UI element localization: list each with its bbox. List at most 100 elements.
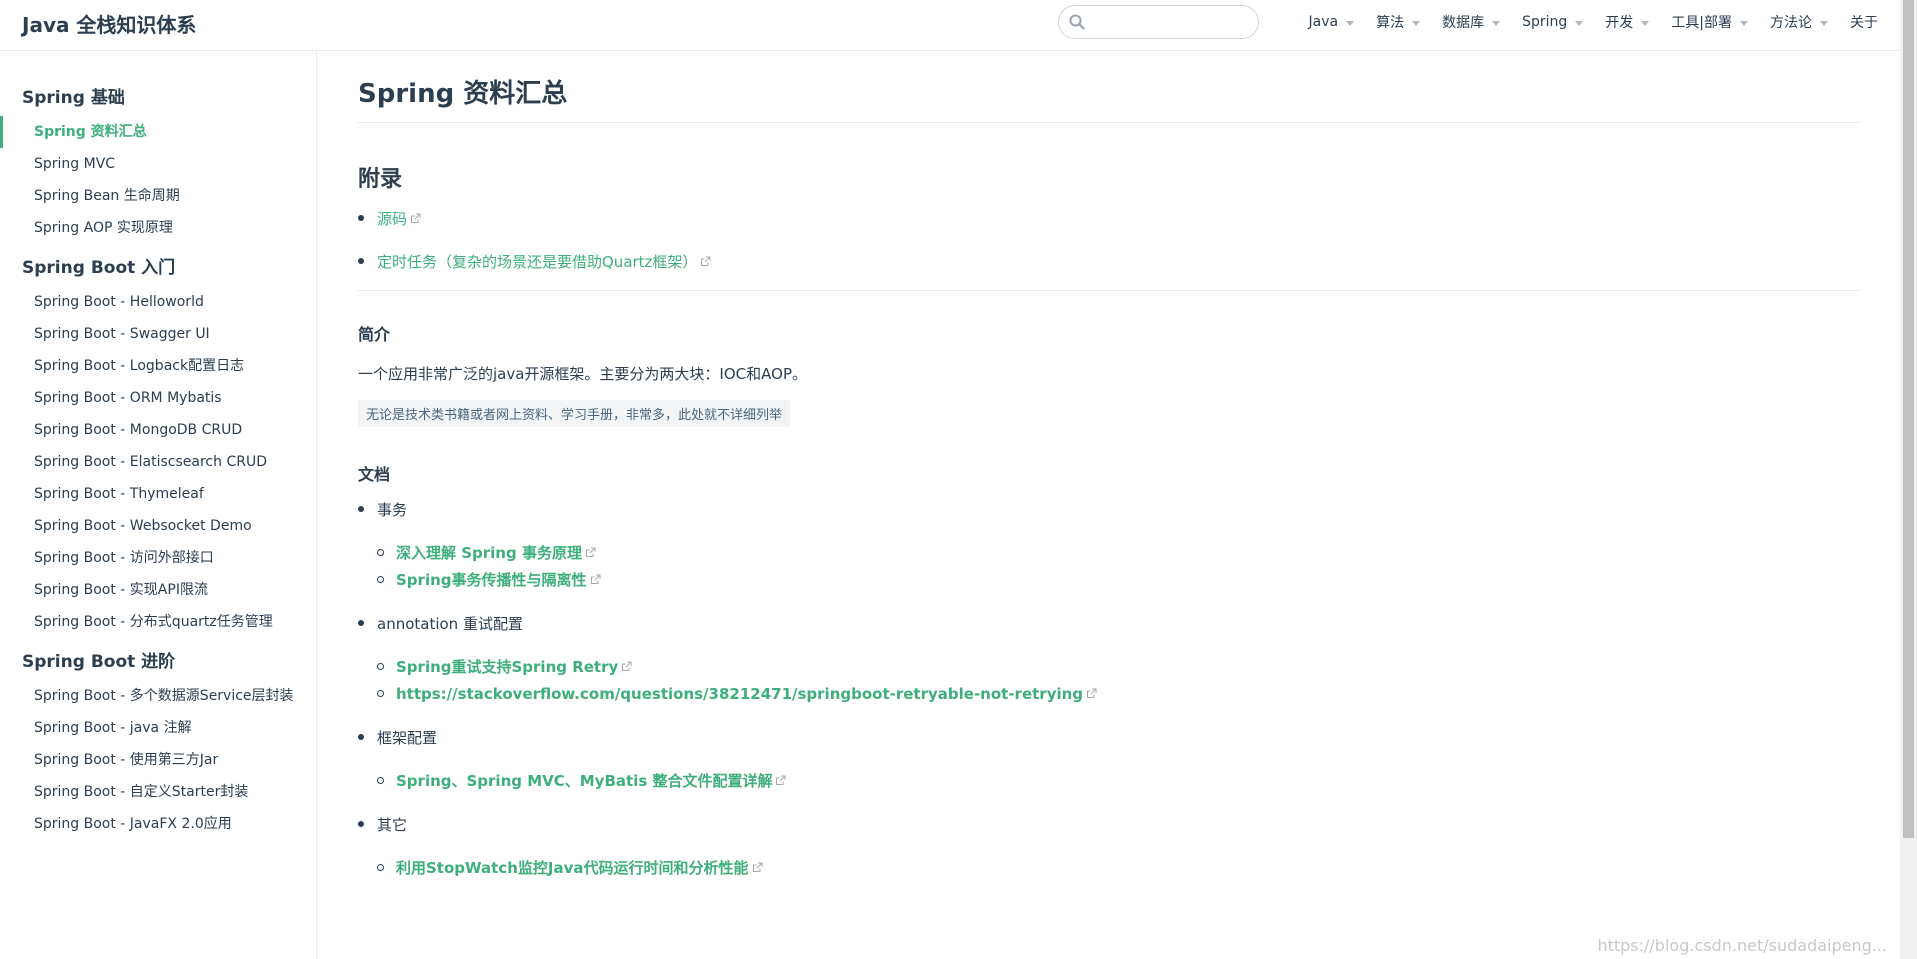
sidebar-item[interactable]: Spring Boot - 使用第三方Jar (0, 744, 316, 776)
nav-item-label: Spring (1522, 14, 1568, 30)
site-name[interactable]: Java 全栈知识体系 (22, 9, 196, 38)
sidebar-item[interactable]: Spring Boot - Helloworld (0, 286, 316, 318)
chevron-down-icon (1641, 20, 1650, 26)
bullet-icon (358, 734, 364, 740)
search-box[interactable] (1058, 5, 1259, 39)
docs-heading: 文档 (358, 465, 391, 484)
sidebar-item-spring-aop[interactable]: Spring AOP 实现原理 (0, 212, 316, 244)
intro-text: 一个应用非常广泛的java开源框架。主要分为两大块：IOC和AOP。 (358, 365, 807, 383)
nav-links: Java 算法 数据库 Spring 开发 工具|部署 方法论 关于 (1287, 0, 1878, 44)
sidebar-group-spring-boot-intro: Spring Boot 入门 Spring Boot - Helloworld … (0, 250, 316, 638)
external-link-icon (622, 661, 632, 671)
nav-item-label: 工具|部署 (1671, 15, 1732, 31)
list-item: 框架配置 Spring、Spring MVC、MyBatis 整合文件配置详解 (358, 725, 1862, 794)
sidebar-item[interactable]: Spring Boot - 分布式quartz任务管理 (0, 606, 316, 638)
list-item: Spring、Spring MVC、MyBatis 整合文件配置详解 (377, 767, 1862, 794)
doc-category-label: annotation 重试配置 (377, 614, 523, 633)
bullet-icon (358, 620, 364, 626)
list-item: 定时任务（复杂的场景还是要借助Quartz框架） (358, 244, 1862, 278)
circle-bullet-icon (377, 690, 384, 697)
circle-bullet-icon (377, 549, 384, 556)
sidebar-item-spring-resources[interactable]: Spring 资料汇总 (0, 116, 316, 148)
doc-link[interactable]: 利用StopWatch监控Java代码运行时间和分析性能 (396, 857, 749, 878)
list-item: annotation 重试配置 Spring重试支持Spring Retry h… (358, 611, 1862, 707)
doc-link[interactable]: 深入理解 Spring 事务原理 (396, 542, 582, 563)
nav-item-spring[interactable]: Spring (1522, 14, 1584, 30)
external-link-icon (411, 213, 421, 223)
sidebar: Spring 基础 Spring 资料汇总 Spring MVC Spring … (0, 51, 317, 959)
nav-item-about[interactable]: 关于 (1850, 12, 1878, 32)
doc-link[interactable]: Spring事务传播性与隔离性 (396, 569, 587, 590)
sidebar-item[interactable]: Spring Boot - Logback配置日志 (0, 350, 316, 382)
sidebar-item[interactable]: Spring Boot - JavaFX 2.0应用 (0, 808, 316, 840)
external-link-icon (752, 862, 762, 872)
circle-bullet-icon (377, 663, 384, 670)
doc-link[interactable]: Spring、Spring MVC、MyBatis 整合文件配置详解 (396, 770, 772, 791)
sidebar-item[interactable]: Spring Boot - Swagger UI (0, 318, 316, 350)
nav-item-java[interactable]: Java (1309, 14, 1355, 30)
list-item: Spring事务传播性与隔离性 (377, 566, 1862, 593)
sidebar-item[interactable]: Spring Boot - Websocket Demo (0, 510, 316, 542)
nav-item-algorithms[interactable]: 算法 (1376, 12, 1421, 32)
search-input[interactable] (1093, 10, 1253, 34)
bullet-icon (358, 258, 364, 264)
doc-category-label: 事务 (377, 500, 408, 519)
watermark: https://blog.csdn.net/sudadaipeng... (1597, 936, 1887, 955)
sidebar-item-spring-bean-lifecycle[interactable]: Spring Bean 生命周期 (0, 180, 316, 212)
sidebar-item[interactable]: Spring Boot - ORM Mybatis (0, 382, 316, 414)
list-item: 深入理解 Spring 事务原理 (377, 539, 1862, 566)
docs-list: 事务 深入理解 Spring 事务原理 Spring事务传播性与隔离性 anno… (358, 497, 1862, 881)
chevron-down-icon (1412, 20, 1421, 26)
appendix-list: 源码 定时任务（复杂的场景还是要借助Quartz框架） (358, 201, 1862, 278)
nav-item-label: 算法 (1376, 15, 1405, 31)
bullet-icon (358, 821, 364, 827)
external-link-icon (1087, 688, 1097, 698)
list-item: 源码 (358, 201, 1862, 235)
sidebar-item[interactable]: Spring Boot - 访问外部接口 (0, 542, 316, 574)
page-title: Spring 资料汇总 (358, 51, 1862, 123)
nav-item-label: Java (1308, 14, 1339, 30)
sidebar-group-spring-basics: Spring 基础 Spring 资料汇总 Spring MVC Spring … (0, 80, 316, 244)
circle-bullet-icon (377, 777, 384, 784)
sidebar-item[interactable]: Spring Boot - 多个数据源Service层封装 (0, 680, 316, 712)
sidebar-item-spring-mvc[interactable]: Spring MVC (0, 148, 316, 180)
sidebar-group-title[interactable]: Spring Boot 入门 (0, 250, 316, 286)
nav-item-methodology[interactable]: 方法论 (1770, 12, 1828, 32)
bullet-icon (358, 506, 364, 512)
list-item: 其它 利用StopWatch监控Java代码运行时间和分析性能 (358, 812, 1862, 881)
sidebar-item[interactable]: Spring Boot - 自定义Starter封装 (0, 776, 316, 808)
search-icon (1069, 14, 1085, 30)
sidebar-item[interactable]: Spring Boot - 实现API限流 (0, 574, 316, 606)
external-link-icon (590, 574, 600, 584)
sidebar-group-title[interactable]: Spring 基础 (0, 80, 316, 116)
chevron-down-icon (1492, 20, 1501, 26)
circle-bullet-icon (377, 864, 384, 871)
doc-link[interactable]: Spring重试支持Spring Retry (396, 656, 618, 677)
nav-item-database[interactable]: 数据库 (1442, 12, 1501, 32)
appendix-heading: 附录 (358, 167, 403, 192)
sidebar-item[interactable]: Spring Boot - Elatiscsearch CRUD (0, 446, 316, 478)
external-link-icon (585, 547, 596, 557)
nav-item-label: 关于 (1850, 15, 1878, 31)
source-link[interactable]: 源码 (377, 208, 407, 229)
sidebar-item[interactable]: Spring Boot - java 注解 (0, 712, 316, 744)
list-item: 利用StopWatch监控Java代码运行时间和分析性能 (377, 854, 1862, 881)
scrollbar-thumb[interactable] (1903, 0, 1914, 838)
sidebar-group-title[interactable]: Spring Boot 进阶 (0, 644, 316, 680)
chevron-down-icon (1820, 20, 1828, 26)
scheduled-task-link[interactable]: 定时任务（复杂的场景还是要借助Quartz框架） (377, 251, 697, 272)
sidebar-item[interactable]: Spring Boot - MongoDB CRUD (0, 414, 316, 446)
nav-item-tools[interactable]: 工具|部署 (1671, 12, 1748, 32)
intro-note: 无论是技术类书籍或者网上资料、学习手册，非常多，此处就不详细列举 (358, 400, 791, 427)
doc-link[interactable]: https://stackoverflow.com/questions/3821… (396, 685, 1083, 703)
sidebar-group-spring-boot-advanced: Spring Boot 进阶 Spring Boot - 多个数据源Servic… (0, 644, 316, 840)
nav-item-label: 开发 (1605, 15, 1634, 31)
list-item: Spring重试支持Spring Retry (377, 653, 1862, 680)
scrollbar[interactable] (1900, 0, 1917, 959)
nav-item-dev[interactable]: 开发 (1605, 12, 1650, 32)
list-item: https://stackoverflow.com/questions/3821… (377, 680, 1862, 707)
list-item: 事务 深入理解 Spring 事务原理 Spring事务传播性与隔离性 (358, 497, 1862, 593)
bullet-icon (358, 215, 364, 221)
nav-item-label: 方法论 (1770, 15, 1812, 31)
sidebar-item[interactable]: Spring Boot - Thymeleaf (0, 478, 316, 510)
